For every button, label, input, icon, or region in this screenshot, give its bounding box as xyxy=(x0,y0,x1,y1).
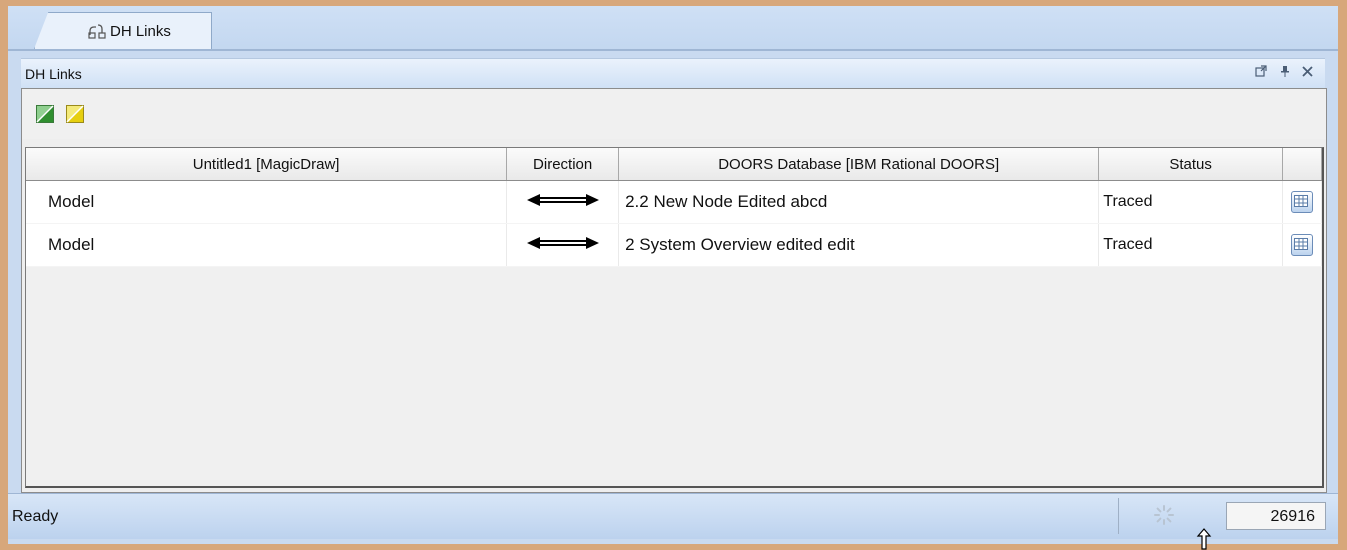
source-cell[interactable]: Model xyxy=(26,180,508,224)
panel-body: Untitled1 [MagicDraw] Direction DOORS Da… xyxy=(21,88,1327,493)
direction-cell[interactable] xyxy=(506,223,620,267)
panel-title: DH Links xyxy=(25,66,82,82)
toolbar xyxy=(22,89,1326,139)
grid-icon xyxy=(1294,237,1308,250)
table-view-button[interactable] xyxy=(1291,233,1313,256)
source-cell[interactable]: Model xyxy=(26,223,508,267)
table-row[interactable]: Model 2 System Overview edited edit Trac… xyxy=(26,223,1322,267)
panel-header: DH Links xyxy=(21,58,1325,89)
yellow-link-icon[interactable] xyxy=(66,105,84,123)
tab-strip: DH Links xyxy=(8,6,1338,51)
column-header-direction[interactable]: Direction xyxy=(506,148,620,181)
column-header-status[interactable]: Status xyxy=(1098,148,1283,181)
status-cell[interactable]: Traced xyxy=(1098,180,1283,224)
target-cell[interactable]: 2.2 New Node Edited abcd xyxy=(618,180,1100,224)
memory-counter[interactable]: 26916 xyxy=(1226,502,1326,530)
row-action-cell xyxy=(1282,223,1322,267)
grid-icon xyxy=(1294,194,1308,207)
tab-divider xyxy=(8,49,1338,51)
status-bar: Ready 26916 xyxy=(8,493,1338,539)
undock-icon[interactable] xyxy=(1253,65,1269,81)
links-table: Untitled1 [MagicDraw] Direction DOORS Da… xyxy=(25,147,1324,488)
table-row[interactable]: Model 2.2 New Node Edited abcd Traced xyxy=(26,180,1322,224)
table-header-row: Untitled1 [MagicDraw] Direction DOORS Da… xyxy=(26,148,1322,181)
bidirectional-arrow-icon xyxy=(526,194,599,206)
column-header-source[interactable]: Untitled1 [MagicDraw] xyxy=(26,148,508,181)
bidirectional-arrow-icon xyxy=(526,237,599,249)
column-header-target[interactable]: DOORS Database [IBM Rational DOORS] xyxy=(618,148,1100,181)
pin-icon[interactable] xyxy=(1277,65,1293,81)
links-icon xyxy=(88,24,106,39)
busy-spinner-icon xyxy=(1154,505,1174,525)
status-cell[interactable]: Traced xyxy=(1098,223,1283,267)
dh-links-window: DH Links DH Links Untitled1 [MagicDraw] … xyxy=(8,6,1338,544)
close-icon[interactable] xyxy=(1299,65,1315,81)
row-action-cell xyxy=(1282,180,1322,224)
table-view-button[interactable] xyxy=(1291,190,1313,213)
column-header-actions xyxy=(1282,148,1322,181)
status-divider xyxy=(1118,498,1119,534)
tab-dh-links[interactable]: DH Links xyxy=(34,12,212,49)
direction-cell[interactable] xyxy=(506,180,620,224)
target-cell[interactable]: 2 System Overview edited edit xyxy=(618,223,1100,267)
status-text: Ready xyxy=(12,508,59,525)
mouse-cursor-icon xyxy=(1196,528,1212,550)
tab-label: DH Links xyxy=(110,23,171,40)
green-link-icon[interactable] xyxy=(36,105,54,123)
